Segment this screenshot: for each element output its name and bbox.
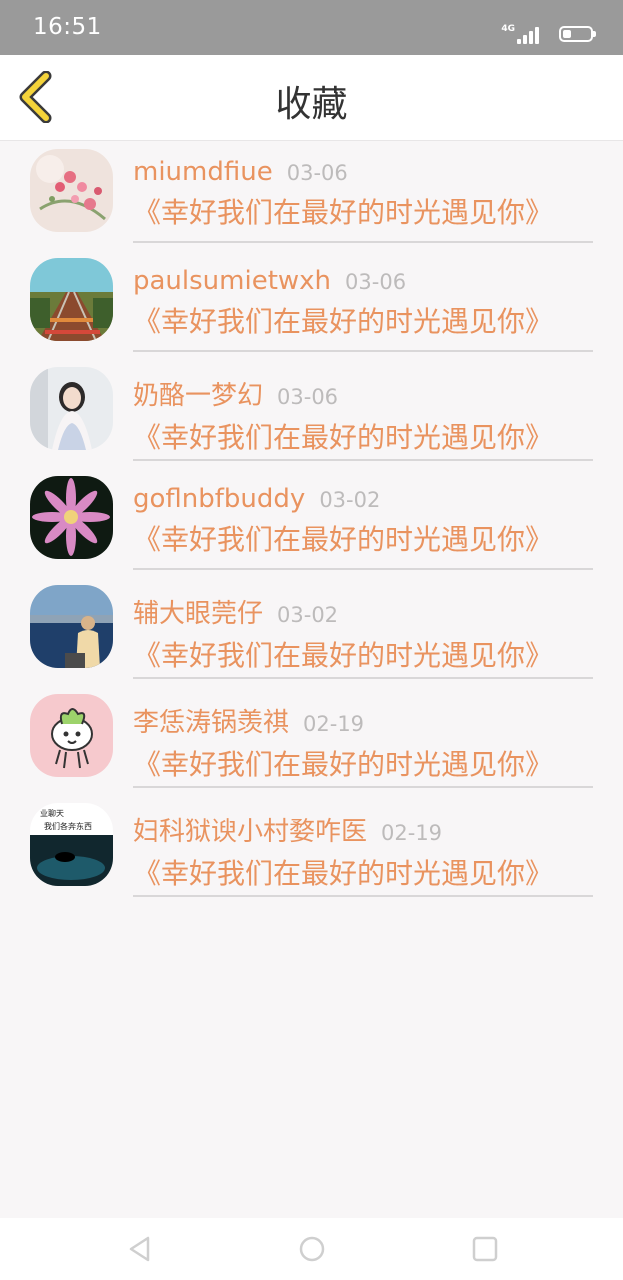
book-title[interactable]: 《幸好我们在最好的时光遇见你》 [133, 416, 593, 456]
user-name[interactable]: 辅大眼莞仔 [133, 599, 263, 629]
status-time: 16:51 [33, 14, 102, 40]
signal-icon [515, 27, 543, 44]
favorite-date: 02-19 [381, 821, 443, 845]
nav-home-button[interactable] [297, 1234, 327, 1264]
favorite-item-text: 妇科狱谀小村婺咋医 02-19 《幸好我们在最好的时光遇见你》 [133, 811, 593, 897]
book-title[interactable]: 《幸好我们在最好的时光遇见你》 [133, 743, 593, 783]
user-name[interactable]: 奶酪一梦幻 [133, 381, 263, 411]
favorite-item-text: 奶酪一梦幻 03-06 《幸好我们在最好的时光遇见你》 [133, 375, 593, 461]
favorite-item[interactable]: 业聊天 我们各奔东西 妇科狱谀小村婺咋医 02-19 《幸好我们在最好的时光遇见你… [0, 795, 623, 904]
book-title[interactable]: 《幸好我们在最好的时光遇见你》 [133, 300, 593, 340]
favorites-list: miumdfiue 03-06 《幸好我们在最好的时光遇见你》 paulsumie… [0, 141, 623, 904]
favorite-item[interactable]: paulsumietwxh 03-06 《幸好我们在最好的时光遇见你》 [0, 250, 623, 359]
header-bar: 收藏 [0, 55, 623, 141]
book-title[interactable]: 《幸好我们在最好的时光遇见你》 [133, 634, 593, 674]
book-title[interactable]: 《幸好我们在最好的时光遇见你》 [133, 191, 593, 231]
nav-back-button[interactable] [125, 1234, 155, 1264]
favorite-item[interactable]: miumdfiue 03-06 《幸好我们在最好的时光遇见你》 [0, 141, 623, 250]
status-bar: 16:51 4G [0, 0, 623, 55]
avatar[interactable] [30, 585, 113, 668]
favorite-date: 03-06 [345, 270, 407, 294]
avatar[interactable]: 业聊天 我们各奔东西 [30, 803, 113, 886]
triangle-back-icon [129, 1236, 150, 1262]
favorite-date: 03-02 [277, 603, 339, 627]
user-name[interactable]: goflnbfbuddy [133, 484, 305, 514]
book-title[interactable]: 《幸好我们在最好的时光遇见你》 [133, 518, 593, 558]
avatar[interactable] [30, 476, 113, 559]
favorite-item-text: paulsumietwxh 03-06 《幸好我们在最好的时光遇见你》 [133, 266, 593, 352]
battery-icon [559, 26, 596, 42]
favorite-item[interactable]: goflnbfbuddy 03-02 《幸好我们在最好的时光遇见你》 [0, 468, 623, 577]
favorite-date: 03-02 [319, 488, 381, 512]
page-title: 收藏 [275, 84, 348, 125]
square-recents-icon [472, 1236, 498, 1262]
favorite-item[interactable]: 李恁涛锅羡祺 02-19 《幸好我们在最好的时光遇见你》 [0, 686, 623, 795]
user-name[interactable]: 妇科狱谀小村婺咋医 [133, 817, 367, 847]
book-title[interactable]: 《幸好我们在最好的时光遇见你》 [133, 852, 593, 892]
favorite-date: 02-19 [303, 712, 365, 736]
favorite-item[interactable]: 奶酪一梦幻 03-06 《幸好我们在最好的时光遇见你》 [0, 359, 623, 468]
favorite-item-text: goflnbfbuddy 03-02 《幸好我们在最好的时光遇见你》 [133, 484, 593, 570]
favorite-item-text: 李恁涛锅羡祺 02-19 《幸好我们在最好的时光遇见你》 [133, 702, 593, 788]
favorite-item[interactable]: 辅大眼莞仔 03-02 《幸好我们在最好的时光遇见你》 [0, 577, 623, 686]
circle-home-icon [299, 1236, 325, 1262]
system-nav-bar [0, 1218, 623, 1280]
favorite-date: 03-06 [277, 385, 339, 409]
user-name[interactable]: 李恁涛锅羡祺 [133, 708, 289, 738]
favorite-item-text: miumdfiue 03-06 《幸好我们在最好的时光遇见你》 [133, 157, 593, 243]
user-name[interactable]: paulsumietwxh [133, 266, 331, 296]
avatar-caption-line1: 业聊天 [40, 808, 64, 818]
avatar[interactable] [30, 258, 113, 341]
user-name[interactable]: miumdfiue [133, 157, 273, 187]
favorite-item-text: 辅大眼莞仔 03-02 《幸好我们在最好的时光遇见你》 [133, 593, 593, 679]
avatar-caption-line2: 我们各奔东西 [44, 821, 92, 831]
avatar[interactable] [30, 694, 113, 777]
favorite-date: 03-06 [286, 161, 348, 185]
avatar[interactable] [30, 367, 113, 450]
nav-recents-button[interactable] [470, 1234, 500, 1264]
avatar[interactable] [30, 149, 113, 232]
network-type-label: 4G [501, 24, 515, 34]
